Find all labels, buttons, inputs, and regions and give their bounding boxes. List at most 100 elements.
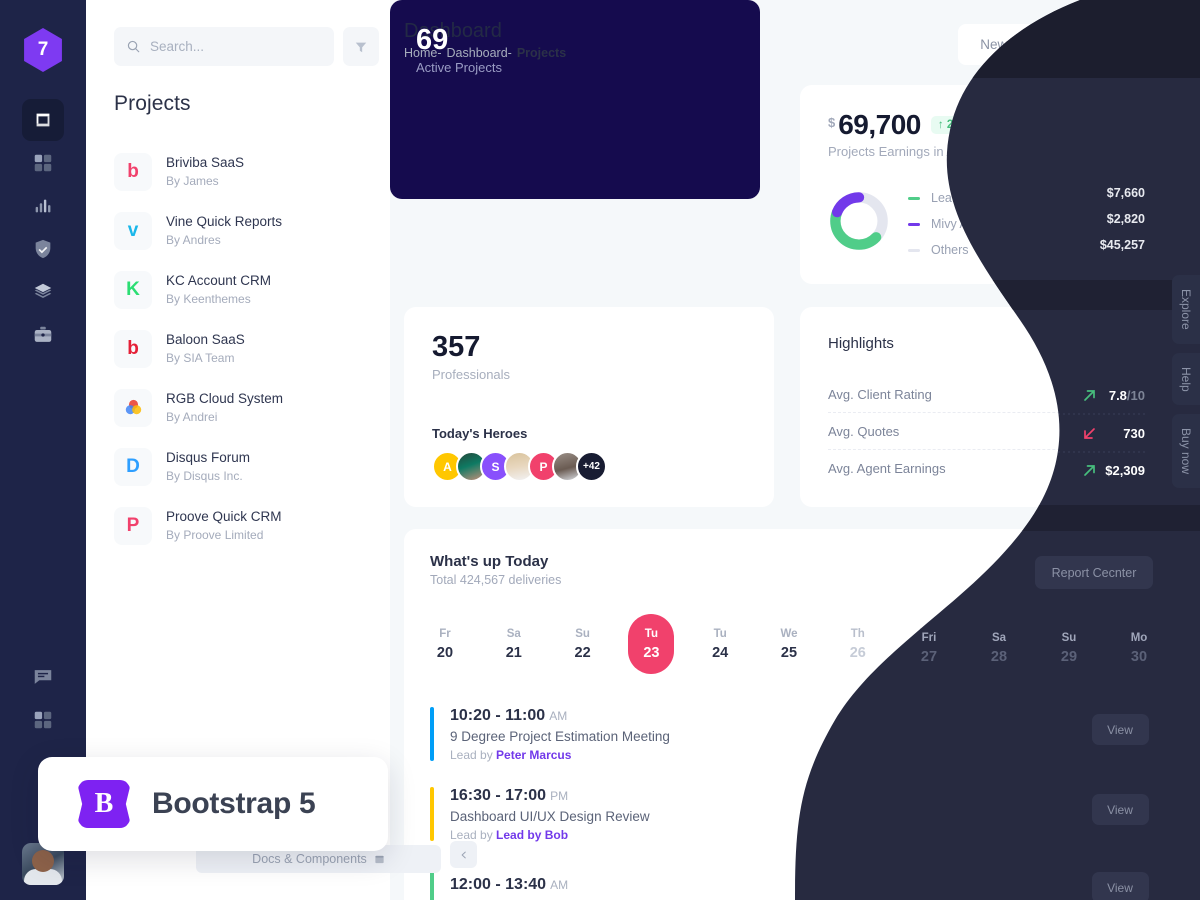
event-ampm: AM bbox=[550, 877, 569, 892]
search-box[interactable] bbox=[114, 27, 334, 66]
app-logo[interactable]: 7 bbox=[24, 28, 62, 72]
bootstrap-logo-icon: B bbox=[78, 780, 130, 828]
day-weekday: Mo bbox=[1124, 627, 1142, 640]
rail-item-grid[interactable] bbox=[0, 141, 86, 184]
rail-item-layers[interactable] bbox=[0, 270, 86, 313]
rail-item-cube[interactable] bbox=[0, 98, 86, 141]
project-name: Briviba SaaS bbox=[166, 154, 245, 170]
docs-label: Docs & Components bbox=[252, 852, 367, 866]
avatar-overflow-count[interactable]: +42 bbox=[576, 451, 607, 482]
event-lead-name[interactable]: Lead by Bob bbox=[496, 828, 568, 842]
event-color-bar bbox=[430, 707, 434, 761]
search-icon bbox=[127, 40, 140, 53]
day-cell[interactable]: Mo 30 bbox=[1110, 614, 1156, 674]
view-button[interactable]: View bbox=[1091, 798, 1152, 830]
day-number: 29 bbox=[1056, 644, 1073, 661]
arrow-down-left-icon bbox=[1112, 427, 1119, 435]
day-cell[interactable]: Fri 27 bbox=[904, 614, 950, 674]
new-user-button[interactable]: New User bbox=[958, 24, 1062, 65]
day-number: 23 bbox=[643, 644, 660, 661]
day-cell-selected[interactable]: Tu 23 bbox=[628, 614, 675, 674]
project-name: Disqus Forum bbox=[166, 449, 251, 465]
legend-value: $2,820 bbox=[1113, 211, 1152, 225]
shield-check-icon bbox=[35, 239, 51, 258]
earnings-subtitle: Projects Earnings in April bbox=[828, 144, 973, 159]
project-logo-glyph: K bbox=[126, 278, 140, 300]
event-time: 10:20 - 11:00 AM bbox=[450, 707, 1091, 725]
event-ampm: AM bbox=[549, 708, 568, 723]
day-cell[interactable]: We 25 bbox=[766, 614, 812, 674]
list-item[interactable]: K KC Account CRM By Keenthemes bbox=[114, 260, 364, 319]
row-value: 730 bbox=[1109, 424, 1150, 439]
event-time-range: 10:20 - 11:00 bbox=[450, 706, 546, 724]
header-actions: New User New Goal bbox=[958, 24, 1175, 65]
arrow-up-right-icon bbox=[1094, 465, 1101, 472]
highlights-rows: Avg. Client Rating 7.8 /10 Avg. Quotes 7… bbox=[828, 376, 1150, 487]
rail-item-analytics[interactable] bbox=[0, 184, 86, 227]
collapse-sidebar-button[interactable] bbox=[450, 841, 477, 868]
day-cell[interactable]: Fr 20 bbox=[422, 614, 468, 674]
app-root: 7 Search... Projects b Briviba SaaS By J… bbox=[0, 0, 1200, 900]
rail-item-security[interactable] bbox=[0, 227, 86, 270]
rail-item-grid-2[interactable] bbox=[0, 698, 86, 741]
side-tab-help[interactable]: Help bbox=[1172, 352, 1200, 406]
day-cell[interactable]: Th 26 bbox=[835, 614, 881, 674]
project-logo: b bbox=[114, 152, 152, 191]
project-logo-glyph: D bbox=[126, 455, 140, 477]
rail-item-chat[interactable] bbox=[0, 655, 86, 698]
legend-swatch bbox=[908, 248, 920, 252]
search-input[interactable] bbox=[150, 39, 310, 54]
side-tab-buy-now[interactable]: Buy now bbox=[1172, 414, 1200, 489]
event-lead-name[interactable]: Peter Marcus bbox=[496, 748, 571, 762]
project-name: Baloon SaaS bbox=[166, 331, 245, 347]
rail-item-briefcase[interactable] bbox=[0, 313, 86, 356]
view-button[interactable]: View bbox=[1091, 718, 1152, 750]
event-row: 10:20 - 11:00 AM 9 Degree Project Estimat… bbox=[430, 694, 1152, 774]
project-logo: K bbox=[114, 270, 152, 309]
legend-item: Leaf CRM bbox=[908, 185, 987, 211]
rail-bottom-nav bbox=[0, 655, 86, 741]
project-logo-glyph: b bbox=[127, 160, 139, 182]
earnings-value: 69,700 bbox=[838, 109, 921, 140]
day-cell[interactable]: Sa 21 bbox=[491, 614, 537, 674]
report-center-button[interactable]: Report Cecnter bbox=[1033, 556, 1150, 589]
list-item[interactable]: D Disqus Forum By Disqus Inc. bbox=[114, 437, 364, 496]
project-name: Vine Quick Reports bbox=[166, 213, 283, 229]
list-item[interactable]: v Vine Quick Reports By Andres bbox=[114, 201, 364, 260]
projects-title: Projects bbox=[114, 92, 191, 115]
side-tab-explore[interactable]: Explore bbox=[1172, 275, 1200, 344]
project-name: KC Account CRM bbox=[166, 272, 272, 288]
list-item[interactable]: RGB Cloud System By Andrei bbox=[114, 378, 364, 437]
view-button[interactable]: View bbox=[1091, 878, 1152, 900]
project-author: By Disqus Inc. bbox=[166, 469, 243, 484]
table-row: Avg. Client Rating 7.8 /10 bbox=[828, 376, 1150, 413]
day-cell[interactable]: Sa 28 bbox=[972, 614, 1018, 674]
new-goal-button[interactable]: New Goal bbox=[1071, 24, 1175, 65]
arrow-up-right-icon bbox=[1090, 390, 1097, 398]
table-row: Avg. Agent Earnings $2,309 bbox=[828, 450, 1150, 487]
list-item[interactable]: P Proove Quick CRM By Proove Limited bbox=[114, 496, 364, 555]
row-number: 7.8 bbox=[1106, 386, 1125, 402]
list-item[interactable]: b Briviba SaaS By James bbox=[114, 142, 364, 201]
earnings-card: $ 69,700 ↑ 2.2% Projects Earnings in Apr… bbox=[800, 85, 1174, 284]
earnings-amount-row: $ 69,700 ↑ 2.2% bbox=[828, 109, 981, 141]
day-weekday: Tu bbox=[644, 627, 658, 640]
day-cell[interactable]: Su 22 bbox=[560, 614, 606, 674]
day-cell[interactable]: Tu 24 bbox=[697, 614, 743, 674]
day-number: 22 bbox=[574, 644, 591, 661]
today-title: What's up Today bbox=[430, 553, 549, 570]
day-number: 21 bbox=[505, 644, 522, 661]
filter-button[interactable] bbox=[343, 27, 379, 66]
day-cell[interactable]: Su 29 bbox=[1041, 614, 1087, 674]
avatar-face bbox=[32, 850, 54, 872]
event-lead-prefix: Lead by bbox=[450, 747, 497, 762]
side-tabs: Explore Help Buy now bbox=[1172, 275, 1200, 497]
cube-icon bbox=[36, 113, 50, 126]
day-weekday: Su bbox=[1056, 627, 1072, 640]
event-ampm: PM bbox=[550, 788, 569, 803]
list-item[interactable]: b Baloon SaaS By SIA Team bbox=[114, 319, 364, 378]
projects-list: b Briviba SaaS By James v Vine Quick Rep… bbox=[114, 142, 364, 555]
project-name: Proove Quick CRM bbox=[166, 508, 282, 524]
legend-item: Others bbox=[908, 237, 987, 263]
row-label: Avg. Agent Earnings bbox=[828, 461, 946, 476]
